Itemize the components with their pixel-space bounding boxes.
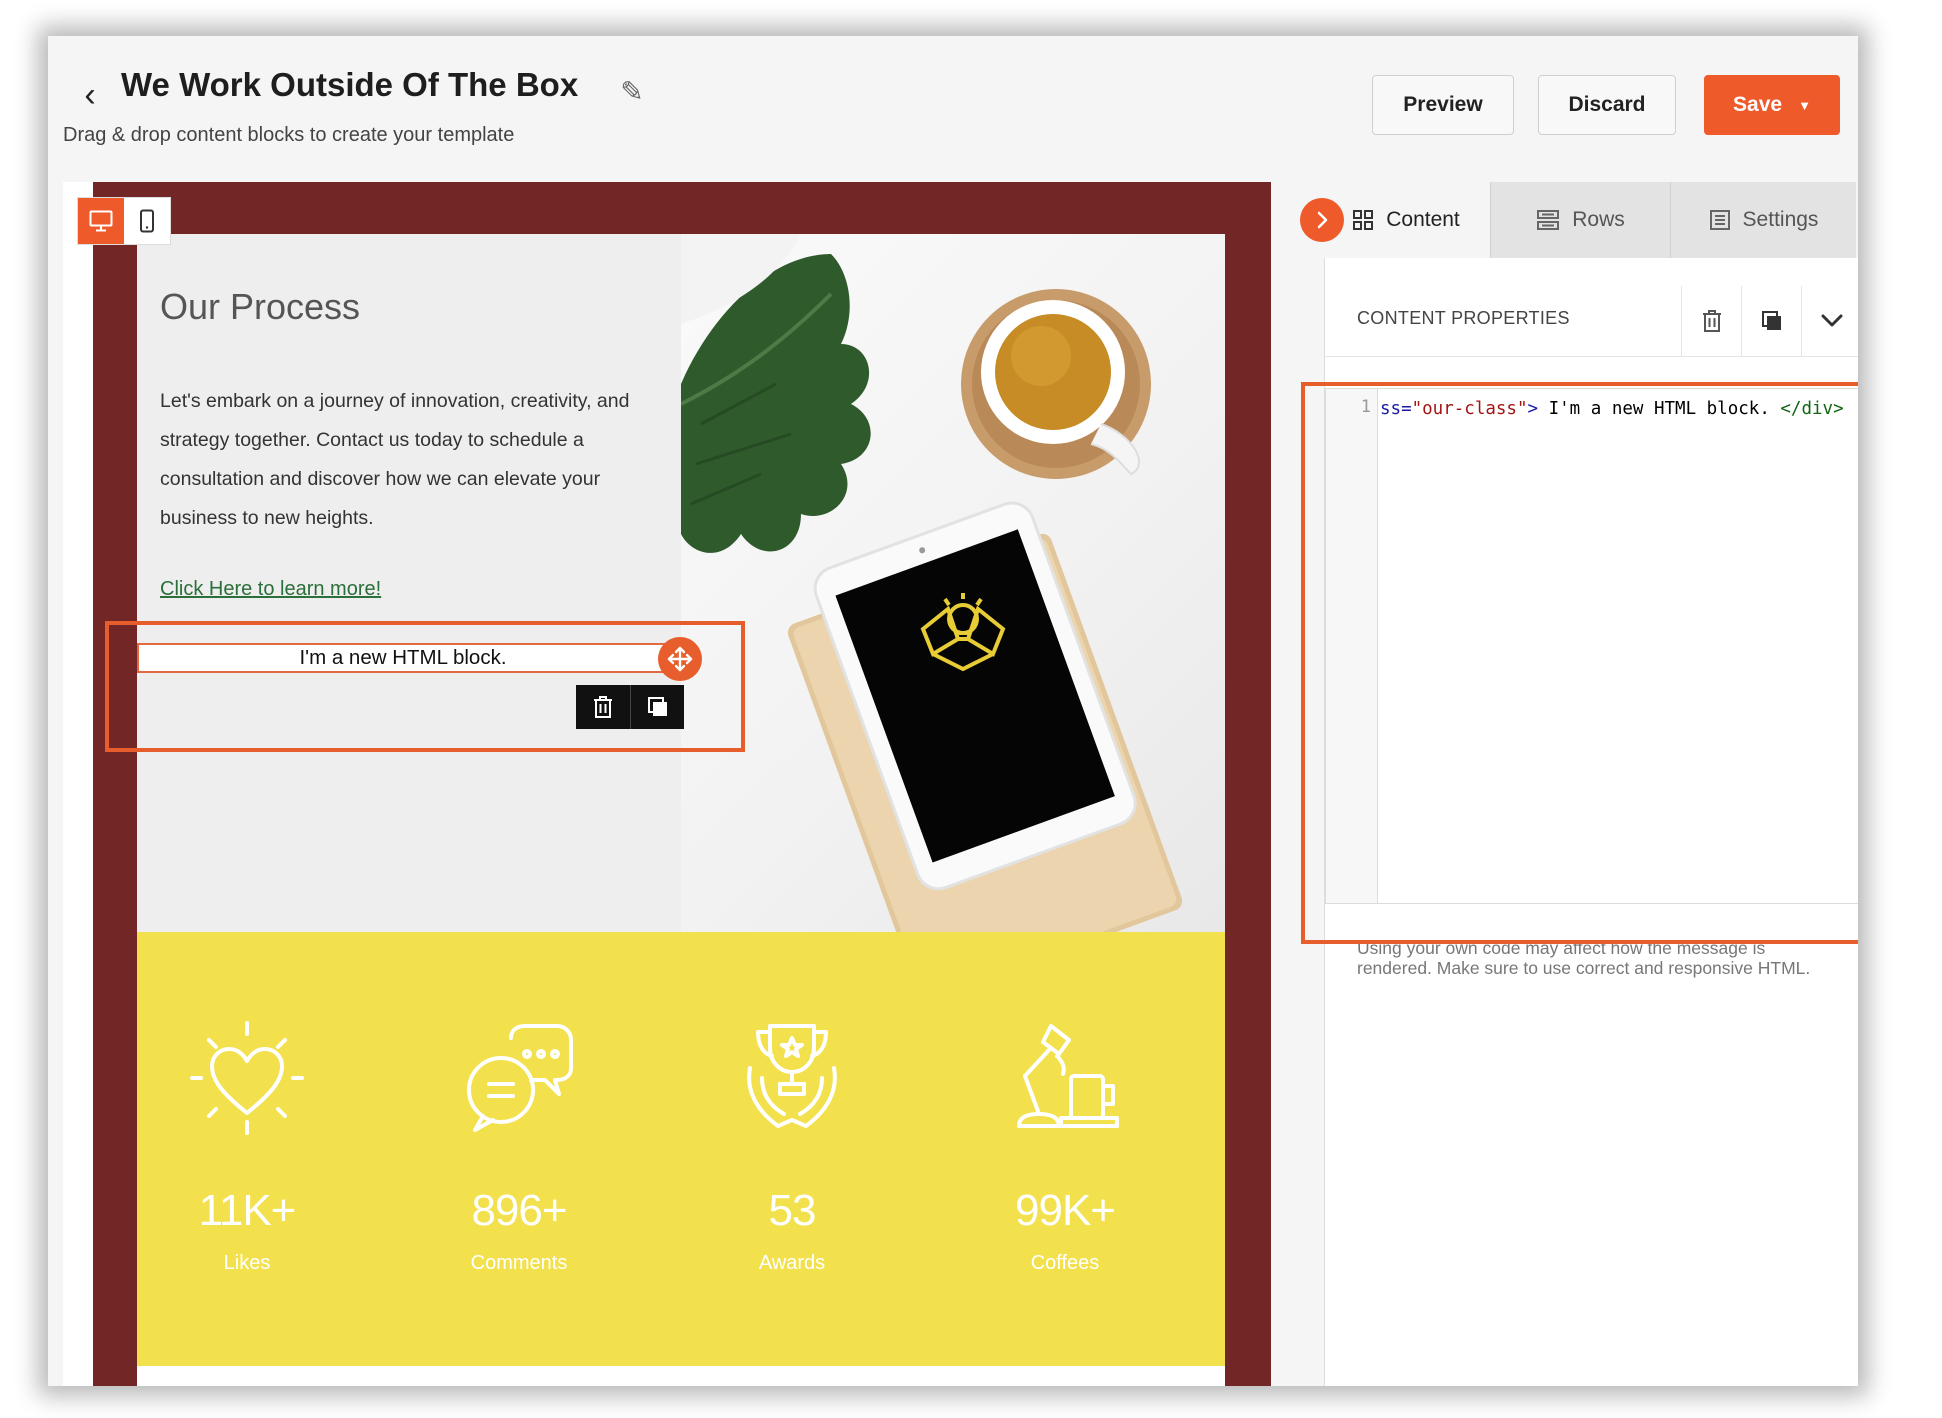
block-toolbar: [576, 685, 684, 729]
email-canvas: Our Process Let's embark on a journey of…: [63, 182, 1271, 1386]
caret-down-icon[interactable]: ▼: [1798, 98, 1811, 113]
trophy-icon: [747, 1024, 837, 1128]
stat-label: Coffees: [1030, 1252, 1100, 1274]
page-subtitle: Drag & drop content blocks to create you…: [63, 124, 515, 146]
preview-button[interactable]: Preview: [1372, 75, 1514, 135]
duplicate-content-button[interactable]: [1741, 286, 1802, 356]
email-template: Our Process Let's embark on a journey of…: [93, 182, 1271, 1386]
stat-coffees[interactable]: 99K+ Coffees: [955, 1018, 1175, 1275]
desktop-icon: [89, 210, 113, 232]
code-editor-highlight: [1301, 382, 1858, 944]
content-properties-panel: CONTENT PROPERTIES 1 ss="our-class"> I'm…: [1301, 258, 1858, 1386]
tab-label: Content: [1386, 208, 1460, 231]
mobile-icon: [140, 209, 154, 233]
tab-label: Settings: [1742, 208, 1819, 231]
sidebar-tabs: Content Rows Settings: [1322, 182, 1858, 258]
stat-comments[interactable]: 896+ Comments: [409, 1018, 629, 1275]
stat-label: Comments: [470, 1252, 568, 1274]
process-section: Our Process Let's embark on a journey of…: [137, 234, 681, 932]
panel-header: CONTENT PROPERTIES: [1325, 286, 1858, 357]
help-text: Using your own code may affect how the m…: [1357, 938, 1811, 978]
desk-lamp-icon: [1017, 1024, 1119, 1128]
stat-awards[interactable]: 53 Awards: [682, 1018, 902, 1275]
panel-title: CONTENT PROPERTIES: [1357, 308, 1570, 328]
trash-icon: [594, 696, 612, 718]
rows-icon: [1537, 210, 1560, 230]
view-mode-toggle: [77, 197, 171, 245]
properties-sidebar: Content Rows Settings CONTENT PROPERTIES: [1298, 182, 1858, 1386]
tab-settings[interactable]: Settings: [1670, 182, 1856, 258]
stat-value: 99K+: [1015, 1186, 1116, 1235]
stat-label: Awards: [758, 1252, 826, 1274]
process-paragraph[interactable]: Let's embark on a journey of innovation,…: [160, 382, 660, 538]
stat-value: 11K+: [198, 1186, 297, 1235]
back-chevron-icon[interactable]: ‹: [72, 70, 108, 120]
save-button[interactable]: Save ▼: [1704, 75, 1840, 135]
move-handle[interactable]: [658, 637, 702, 681]
stats-section: 11K+ Likes 896+ Comments 53 Awards 99K+ …: [137, 932, 1225, 1366]
collapse-panel-button[interactable]: [1801, 286, 1858, 356]
duplicate-icon: [1762, 311, 1781, 330]
header-bar: ‹ We Work Outside Of The Box ✎ Drag & dr…: [48, 36, 1858, 186]
collapse-sidebar-button[interactable]: [1300, 198, 1344, 242]
delete-block-button[interactable]: [576, 685, 630, 729]
html-block[interactable]: I'm a new HTML block.: [137, 643, 669, 673]
email-body: Our Process Let's embark on a journey of…: [105, 234, 1225, 1386]
delete-content-button[interactable]: [1681, 286, 1742, 356]
stat-value: 53: [768, 1186, 817, 1235]
learn-more-link[interactable]: Click Here to learn more!: [160, 578, 381, 601]
heart-sun-icon: [190, 1021, 304, 1135]
duplicate-block-button[interactable]: [630, 685, 684, 729]
tab-rows[interactable]: Rows: [1490, 182, 1670, 258]
chat-bubbles-icon: [467, 1024, 573, 1132]
move-arrows-icon: [667, 646, 693, 672]
chevron-right-icon: [1317, 211, 1328, 229]
hero-photo[interactable]: [681, 234, 1225, 932]
stat-value: 896+: [471, 1186, 567, 1235]
grid-icon: [1353, 210, 1374, 230]
discard-button[interactable]: Discard: [1538, 75, 1676, 135]
tab-label: Rows: [1572, 208, 1625, 231]
process-heading[interactable]: Our Process: [160, 286, 360, 328]
mobile-view-button[interactable]: [124, 198, 170, 244]
save-button-label: Save: [1733, 93, 1783, 116]
duplicate-icon: [647, 697, 667, 716]
settings-list-icon: [1709, 210, 1730, 230]
page-title: We Work Outside Of The Box: [121, 66, 579, 103]
desktop-view-button[interactable]: [78, 198, 124, 244]
chevron-down-icon: [1821, 314, 1843, 327]
stat-likes[interactable]: 11K+ Likes: [137, 1018, 357, 1275]
desk-photo-illustration: [681, 234, 1183, 932]
edit-pencil-icon[interactable]: ✎: [614, 72, 650, 112]
stat-label: Likes: [223, 1252, 271, 1274]
app-window: ‹ We Work Outside Of The Box ✎ Drag & dr…: [48, 36, 1858, 1386]
trash-icon: [1703, 310, 1721, 332]
tab-content[interactable]: Content: [1322, 182, 1490, 258]
